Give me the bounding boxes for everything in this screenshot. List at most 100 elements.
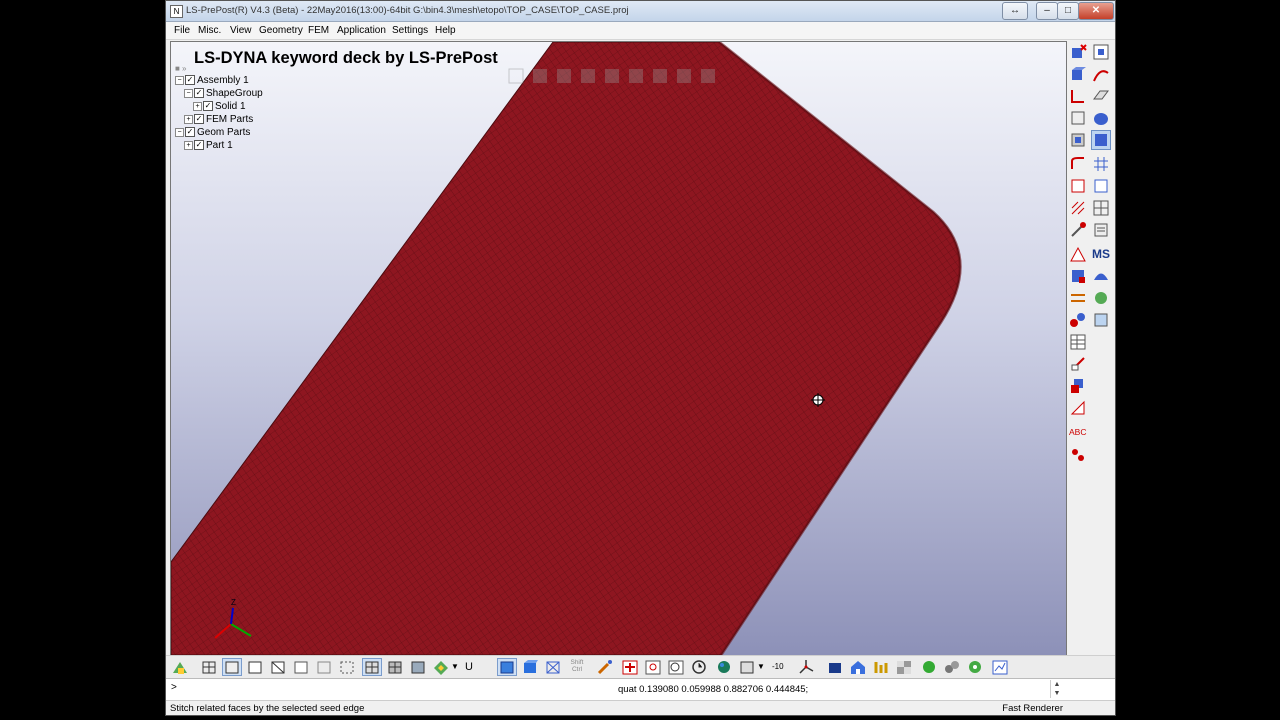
add-node-icon[interactable] [621,659,639,675]
expand-icon[interactable]: + [193,101,202,111]
menu-help[interactable]: Help [435,25,456,36]
settings-gear-icon[interactable] [966,659,984,675]
step-minus-ten-label[interactable]: -10 [772,659,788,675]
close-button[interactable]: ✕ [1078,2,1114,20]
collapse-icon[interactable]: − [175,127,184,137]
solid-blue-cube-icon[interactable] [521,659,539,675]
tool-icon[interactable] [1069,221,1087,239]
bend-icon[interactable] [1069,155,1087,173]
menu-misc[interactable]: Misc. [198,25,221,36]
maximize-button[interactable]: □ [1057,2,1079,20]
contact-icon[interactable] [1092,311,1110,329]
lights-icon[interactable] [872,659,890,675]
triangle-tool-icon[interactable] [1069,399,1087,417]
part-delete-icon[interactable] [1069,43,1087,61]
feature-line-cube-icon[interactable] [292,659,310,675]
wireframe-cube-icon[interactable] [200,659,218,675]
solid-shape-icon[interactable] [1092,109,1110,127]
checkbox-checked-icon[interactable]: ✓ [203,101,213,112]
ms-tool-icon[interactable]: MS [1092,247,1110,265]
element-tools-icon[interactable] [1069,65,1087,83]
checkbox-checked-icon[interactable]: ✓ [194,140,204,151]
mesh-cube-icon[interactable] [362,658,382,676]
checkbox-checked-icon[interactable]: ✓ [185,75,195,86]
dropdown-arrow-icon[interactable]: ▼ [451,659,461,675]
tree-item-assembly[interactable]: − ✓ Assembly 1 [175,75,249,86]
collapse-icon[interactable]: − [175,75,184,85]
view-dropdown-icon[interactable]: ▼ [757,659,767,675]
table-icon[interactable] [1069,333,1087,351]
graphics-viewport[interactable]: Z LS-DYNA keyword deck by LS-PrePost ■ »… [170,41,1067,656]
checkbox-checked-icon[interactable]: ✓ [185,127,195,138]
tree-item-geom-parts[interactable]: − ✓ Geom Parts [175,127,250,138]
transparent-cube-icon[interactable] [544,659,562,675]
curve-icon[interactable] [1092,65,1110,83]
create-entity-icon[interactable] [1092,43,1110,61]
mesh-edit-icon[interactable] [1069,199,1087,217]
sheet-icon[interactable] [1092,221,1110,239]
spheres-icon[interactable] [1069,311,1087,329]
checkbox-checked-icon[interactable]: ✓ [194,114,204,125]
restore-size-button[interactable]: ↔ [1002,2,1028,20]
line-tool-icon[interactable] [1069,87,1087,105]
cube-red-icon[interactable] [1069,267,1087,285]
brush-icon[interactable] [596,659,614,675]
perspective-cube-icon[interactable] [497,658,517,676]
command-line[interactable]: > quat 0.139080 0.059988 0.882706 0.4448… [166,678,1115,700]
expand-icon[interactable]: + [184,140,193,150]
rotate-icon[interactable] [690,659,708,675]
element-edit-icon[interactable] [1092,177,1110,195]
green-tool-icon[interactable] [1092,289,1110,307]
blue-mesh-cube-icon[interactable] [409,659,427,675]
mesh-grid-icon[interactable] [1092,155,1110,173]
shaded-cube-icon[interactable] [222,658,242,676]
tree-item-shapegroup[interactable]: − ✓ ShapeGroup [184,88,263,99]
tree-item-fem-parts[interactable]: + ✓ FEM Parts [184,114,253,125]
home-view-icon[interactable] [171,659,189,675]
expand-icon[interactable]: + [184,114,193,124]
selected-tool-icon[interactable] [1091,130,1111,150]
tree-item-part[interactable]: + ✓ Part 1 [184,140,233,151]
menu-fem[interactable]: FEM [308,25,329,36]
globe-icon[interactable] [715,659,733,675]
axis-icon[interactable] [797,659,815,675]
red-dots-icon[interactable] [1069,445,1087,463]
blank-mesh-icon[interactable] [1069,245,1087,263]
measure-icon[interactable] [1069,355,1087,373]
surface-icon[interactable] [1092,87,1110,105]
mesh-check-icon[interactable] [1092,199,1110,217]
menu-geometry[interactable]: Geometry [259,25,303,36]
checkbox-checked-icon[interactable]: ✓ [194,88,204,99]
tree-collapse-handle[interactable]: ■ » [175,64,187,73]
menu-view[interactable]: View [230,25,252,36]
outline-cube-icon[interactable] [315,659,333,675]
chart-window-icon[interactable] [991,659,1009,675]
hidden-line-cube-icon[interactable] [246,659,264,675]
edge-cube-icon[interactable] [269,659,287,675]
u-tool-button[interactable]: U [465,659,479,675]
menu-settings[interactable]: Settings [392,25,428,36]
color-map-icon[interactable] [432,659,450,675]
node-edit-icon[interactable] [1069,177,1087,195]
arrows-icon[interactable] [1069,289,1087,307]
house-icon[interactable] [849,659,867,675]
box-icon[interactable] [1069,109,1087,127]
gears-icon[interactable] [943,659,961,675]
shape-mesher-icon[interactable] [1069,131,1087,149]
green-sphere-icon[interactable] [920,659,938,675]
menu-file[interactable]: File [174,25,190,36]
abc-label-icon[interactable]: ABC [1069,427,1087,445]
tree-item-solid[interactable]: + ✓ Solid 1 [193,101,246,112]
helmet-icon[interactable] [1092,267,1110,285]
collapse-icon[interactable]: − [184,88,193,98]
cube-stack-icon[interactable] [1069,377,1087,395]
view-cube-icon[interactable] [738,659,756,675]
mesh-shaded-cube-icon[interactable] [386,659,404,675]
blue-cube-icon[interactable] [826,659,844,675]
checker-icon[interactable] [895,659,913,675]
zoom-icon[interactable] [667,659,685,675]
zoom-window-icon[interactable] [644,659,662,675]
menu-application[interactable]: Application [337,25,386,36]
dotted-cube-icon[interactable] [338,659,356,675]
command-scroll-arrows[interactable]: ▲ ▼ [1050,680,1063,698]
